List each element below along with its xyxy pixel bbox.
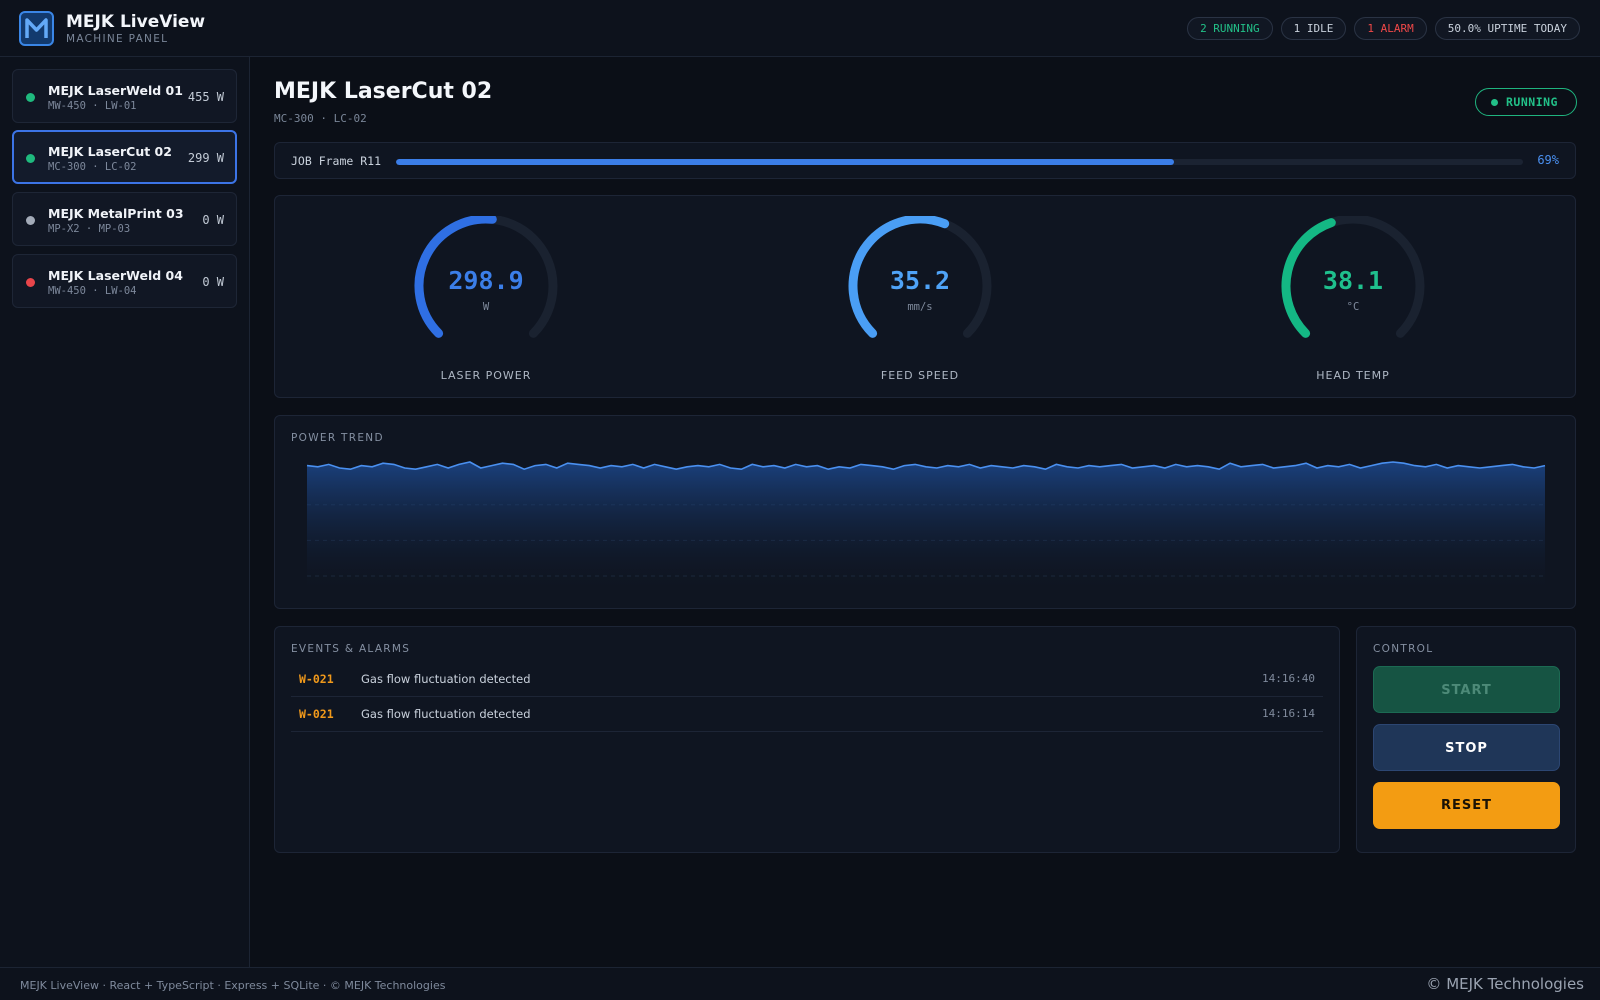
status-dot-icon	[1491, 99, 1498, 106]
status-text: RUNNING	[1506, 95, 1558, 109]
event-row[interactable]: W-021 Gas flow fluctuation detected 14:1…	[291, 697, 1323, 732]
machine-power: 455 W	[187, 90, 224, 104]
machine-power: 0 W	[202, 213, 224, 227]
machine-power: 299 W	[187, 151, 224, 165]
status-dot-icon	[26, 154, 35, 163]
running-count-badge: 2 RUNNING	[1187, 17, 1273, 40]
event-code: W-021	[299, 672, 334, 686]
feed-speed-gauge: 35.2 mm/s FEED SPEED	[840, 216, 1000, 391]
machine-model: MP-X2 · MP-03	[48, 223, 131, 235]
laser-power-gauge: 298.9 W LASER POWER	[406, 216, 566, 391]
reset-button[interactable]: RESET	[1373, 782, 1560, 829]
gauge-unit: °C	[1346, 301, 1360, 313]
power-trend-chart	[306, 461, 1546, 588]
event-message: Gas flow fluctuation detected	[361, 707, 531, 721]
start-button[interactable]: START	[1373, 666, 1560, 713]
machine-name: MEJK LaserCut 02	[48, 144, 172, 159]
machine-card-lasercut-02[interactable]: MEJK LaserCut 02 MC-300 · LC-02 299 W	[12, 130, 237, 184]
head-temp-gauge: 38.1 °C HEAD TEMP	[1273, 216, 1433, 391]
machine-model: MC-300 · LC-02	[48, 161, 137, 173]
status-badge: RUNNING	[1475, 88, 1577, 116]
stop-button[interactable]: STOP	[1373, 724, 1560, 771]
status-dot-icon	[26, 93, 35, 102]
footer-credits: MEJK LiveView · React + TypeScript · Exp…	[20, 979, 446, 992]
machine-model: MW-450 · LW-01	[48, 100, 137, 112]
control-title: CONTROL	[1373, 643, 1434, 655]
gauge-label: LASER POWER	[440, 369, 532, 382]
machine-name: MEJK LaserWeld 01	[48, 83, 183, 98]
events-title: EVENTS & ALARMS	[291, 643, 411, 655]
machine-name: MEJK MetalPrint 03	[48, 206, 184, 221]
trend-area	[307, 462, 1545, 588]
machine-card-metalprint-03[interactable]: MEJK MetalPrint 03 MP-X2 · MP-03 0 W	[12, 192, 237, 246]
gauge-value: 298.9	[448, 266, 524, 295]
top-header: MEJK LiveView MACHINE PANEL 2 RUNNING 1 …	[0, 0, 1600, 57]
job-progress-fill	[396, 159, 1174, 165]
job-progress-bar	[396, 159, 1523, 165]
power-trend-panel: POWER TREND	[274, 415, 1576, 609]
uptime-badge: 50.0% UPTIME TODAY	[1434, 17, 1580, 40]
events-panel: EVENTS & ALARMS W-021 Gas flow fluctuati…	[274, 626, 1340, 853]
footer-copyright: © MEJK Technologies	[1426, 975, 1584, 993]
machine-name: MEJK LaserWeld 04	[48, 268, 183, 283]
status-dot-icon	[26, 216, 35, 225]
event-time: 14:16:40	[1262, 672, 1315, 685]
page-subtitle: MC-300 · LC-02	[274, 112, 367, 125]
page-title: MEJK LaserCut 02	[274, 79, 493, 104]
gauge-label: FEED SPEED	[880, 369, 960, 382]
idle-count-badge: 1 IDLE	[1280, 17, 1347, 40]
app-title: MEJK LiveView	[66, 12, 206, 32]
job-label: JOB Frame R11	[291, 154, 382, 168]
machine-power: 0 W	[202, 275, 224, 289]
app-subtitle: MACHINE PANEL	[66, 33, 169, 45]
event-message: Gas flow fluctuation detected	[361, 672, 531, 686]
gauge-label: HEAD TEMP	[1316, 369, 1390, 382]
gauge-value: 38.1	[1322, 266, 1384, 295]
alarm-count-badge: 1 ALARM	[1354, 17, 1427, 40]
gauges-panel: 298.9 W LASER POWER 35.2 mm/s FEED SPEED…	[274, 195, 1576, 398]
machine-model: MW-450 · LW-04	[48, 285, 137, 297]
machine-sidebar: MEJK LaserWeld 01 MW-450 · LW-01 455 W M…	[0, 57, 250, 967]
gauge-value: 35.2	[889, 266, 951, 295]
machine-card-laserweld-01[interactable]: MEJK LaserWeld 01 MW-450 · LW-01 455 W	[12, 69, 237, 123]
app-logo-icon	[19, 11, 54, 46]
gauge-unit: W	[482, 301, 490, 313]
event-row[interactable]: W-021 Gas flow fluctuation detected 14:1…	[291, 662, 1323, 697]
machine-card-laserweld-04[interactable]: MEJK LaserWeld 04 MW-450 · LW-04 0 W	[12, 254, 237, 308]
control-panel: CONTROL START STOP RESET	[1356, 626, 1576, 853]
event-code: W-021	[299, 707, 334, 721]
footer: MEJK LiveView · React + TypeScript · Exp…	[0, 967, 1600, 1000]
job-progress-panel: JOB Frame R11 69%	[274, 142, 1576, 179]
job-progress-percent: 69%	[1537, 153, 1559, 167]
event-time: 14:16:14	[1262, 707, 1315, 720]
status-dot-icon	[26, 278, 35, 287]
gauge-unit: mm/s	[907, 301, 933, 313]
